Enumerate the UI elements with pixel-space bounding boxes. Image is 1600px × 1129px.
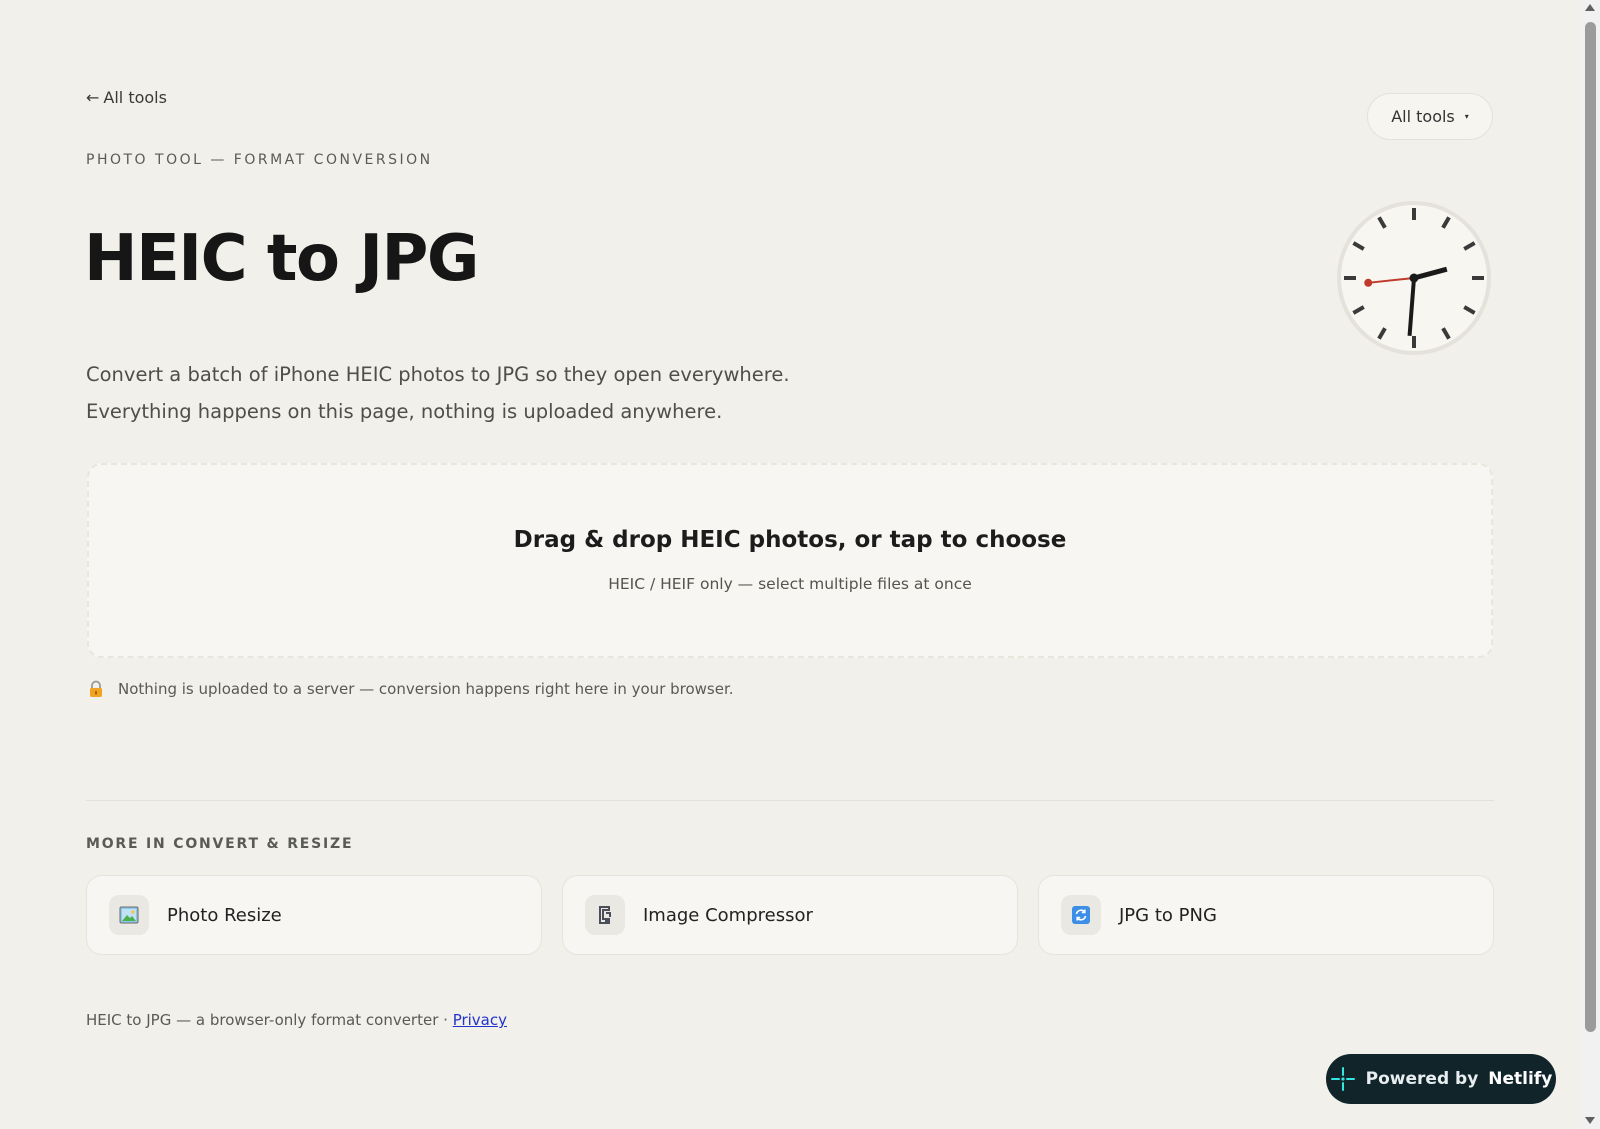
convert-icon <box>1061 895 1101 935</box>
clamp-icon <box>585 895 625 935</box>
all-tools-button-label: All tools <box>1391 107 1455 126</box>
description-line-1: Convert a batch of iPhone HEIC photos to… <box>86 363 790 386</box>
scroll-down-arrow-icon[interactable] <box>1585 1117 1595 1124</box>
badge-powered-by-text: Powered by <box>1365 1069 1479 1089</box>
scroll-up-arrow-icon[interactable] <box>1585 4 1595 11</box>
privacy-link[interactable]: Privacy <box>453 1011 507 1029</box>
back-link-label: All tools <box>103 88 167 107</box>
powered-by-netlify-badge[interactable]: Powered by Netlify <box>1326 1054 1556 1104</box>
page-title: HEIC to JPG <box>84 222 479 296</box>
footer: HEIC to JPG — a browser-only format conv… <box>86 1011 507 1029</box>
footer-text: HEIC to JPG — a browser-only format conv… <box>86 1011 453 1029</box>
netlify-logo-icon <box>1330 1067 1355 1091</box>
description-line-2: Everything happens on this page, nothing… <box>86 400 723 423</box>
vertical-scrollbar[interactable] <box>1581 0 1600 1129</box>
scrollbar-thumb[interactable] <box>1585 22 1596 1032</box>
clock-second-tip <box>1364 278 1373 287</box>
all-tools-dropdown-button[interactable]: All tools ▾ <box>1367 93 1493 140</box>
dropzone-subtitle: HEIC / HEIF only — select multiple files… <box>608 575 972 593</box>
picture-icon <box>109 895 149 935</box>
privacy-note: Nothing is uploaded to a server — conver… <box>88 680 734 698</box>
related-section-label: MORE IN CONVERT & RESIZE <box>86 836 354 852</box>
badge-brand-text: Netlify <box>1488 1069 1553 1089</box>
page: ← All tools All tools ▾ PHOTO TOOL — FOR… <box>0 0 1581 1129</box>
description: Convert a batch of iPhone HEIC photos to… <box>86 356 846 430</box>
privacy-note-text: Nothing is uploaded to a server — conver… <box>118 680 734 698</box>
clock-icon <box>1337 201 1491 355</box>
eyebrow-label: PHOTO TOOL — FORMAT CONVERSION <box>86 152 433 168</box>
lock-icon <box>90 680 102 697</box>
dropzone-title: Drag & drop HEIC photos, or tap to choos… <box>513 527 1067 553</box>
tool-card-label: Image Compressor <box>643 904 813 926</box>
section-divider <box>86 800 1494 801</box>
back-arrow-icon: ← <box>86 88 100 107</box>
file-dropzone[interactable]: Drag & drop HEIC photos, or tap to choos… <box>87 463 1493 658</box>
tool-card-jpg-to-png[interactable]: JPG to PNG <box>1038 875 1494 955</box>
caret-down-icon: ▾ <box>1464 112 1469 121</box>
tool-card-label: JPG to PNG <box>1119 904 1217 926</box>
tool-card-image-compressor[interactable]: Image Compressor <box>562 875 1018 955</box>
tool-card-label: Photo Resize <box>167 904 282 926</box>
tool-card-photo-resize[interactable]: Photo Resize <box>86 875 542 955</box>
clock-center-pin <box>1409 273 1419 283</box>
related-tools-list: Photo Resize Image Compressor JPG to PNG <box>86 875 1494 955</box>
back-to-all-tools-link[interactable]: ← All tools <box>86 88 167 107</box>
